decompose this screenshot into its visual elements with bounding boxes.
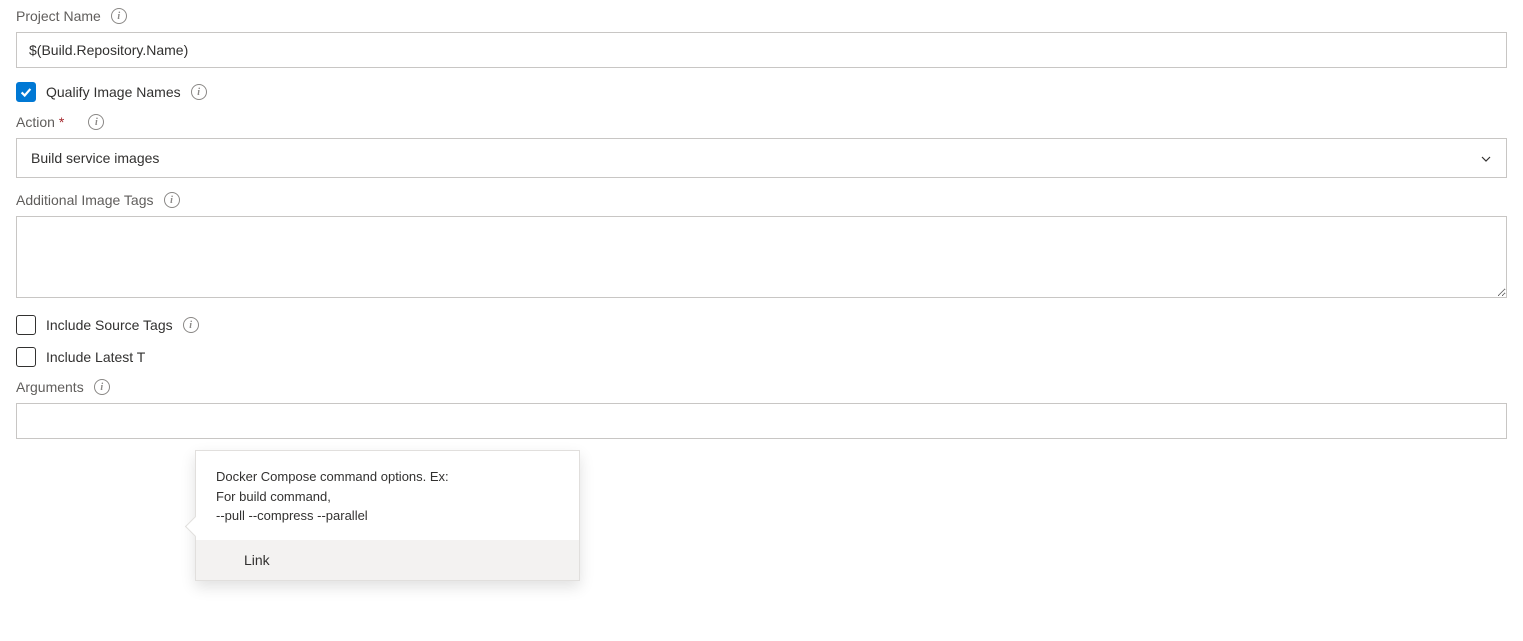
additional-image-tags-label: Additional Image Tags <box>16 192 154 208</box>
info-icon[interactable] <box>94 379 110 395</box>
qualify-image-names-checkbox[interactable] <box>16 82 36 102</box>
qualify-image-names-label: Qualify Image Names <box>46 84 181 100</box>
info-icon[interactable] <box>88 114 104 130</box>
chevron-down-icon <box>1480 152 1492 164</box>
tooltip-link[interactable]: Link <box>244 552 270 568</box>
include-source-tags-label: Include Source Tags <box>46 317 173 333</box>
required-indicator: * <box>59 114 64 130</box>
info-icon[interactable] <box>191 84 207 100</box>
project-name-label: Project Name <box>16 8 101 24</box>
arguments-tooltip: Docker Compose command options. Ex: For … <box>195 450 580 581</box>
info-icon[interactable] <box>164 192 180 208</box>
include-latest-tag-label: Include Latest T <box>46 349 145 365</box>
project-name-input[interactable] <box>16 32 1507 68</box>
additional-image-tags-input[interactable] <box>16 216 1507 298</box>
info-icon[interactable] <box>111 8 127 24</box>
action-select[interactable]: Build service images <box>16 138 1507 178</box>
action-selected-value: Build service images <box>31 150 159 166</box>
info-icon[interactable] <box>183 317 199 333</box>
tooltip-text: Docker Compose command options. Ex: For … <box>196 451 579 540</box>
action-label: Action <box>16 114 55 130</box>
include-latest-tag-checkbox[interactable] <box>16 347 36 367</box>
arguments-label: Arguments <box>16 379 84 395</box>
include-source-tags-checkbox[interactable] <box>16 315 36 335</box>
arguments-input[interactable] <box>16 403 1507 439</box>
